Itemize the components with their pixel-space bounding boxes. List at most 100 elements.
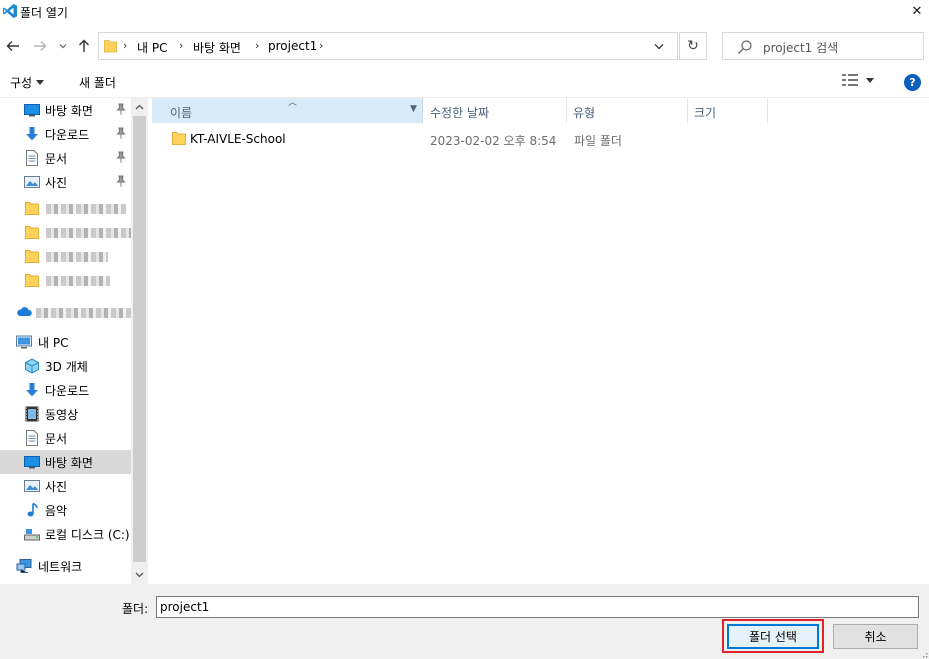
caret-down-icon bbox=[866, 77, 874, 83]
chevron-down-icon bbox=[135, 572, 144, 578]
recent-locations-button[interactable] bbox=[56, 36, 70, 56]
folder-icon bbox=[25, 274, 39, 287]
nav-item-label: 사진 bbox=[45, 176, 68, 190]
obscured-label bbox=[36, 308, 132, 318]
3d-objects-icon bbox=[25, 358, 39, 374]
close-icon: ✕ bbox=[911, 3, 923, 19]
obscured-label bbox=[46, 276, 110, 286]
breadcrumb-this-pc[interactable]: 내 PC bbox=[137, 39, 167, 56]
obscured-label bbox=[46, 228, 132, 238]
video-icon bbox=[25, 406, 39, 422]
computer-icon bbox=[16, 335, 32, 349]
desktop-icon bbox=[24, 104, 40, 117]
back-button[interactable] bbox=[3, 36, 23, 56]
nav-item-label: 사진 bbox=[45, 480, 68, 494]
file-type: 파일 폴더 bbox=[574, 134, 622, 148]
address-bar[interactable]: › 내 PC › 바탕 화면 › project1 › bbox=[98, 32, 678, 60]
up-button[interactable] bbox=[74, 36, 94, 56]
nav-item-network[interactable]: 네트워크 bbox=[0, 554, 131, 578]
folder-name-input[interactable] bbox=[156, 596, 919, 618]
column-header-date-modified[interactable]: 수정한 날짜 bbox=[423, 98, 567, 123]
file-list: ︿ 이름 ▼ 수정한 날짜 유형 크기 KT-AIVLE-School 2023… bbox=[152, 98, 929, 584]
download-arrow-icon bbox=[26, 383, 38, 397]
breadcrumb-desktop[interactable]: 바탕 화면 bbox=[193, 39, 241, 56]
nav-item-desktop-pinned[interactable]: 바탕 화면 bbox=[0, 98, 131, 122]
arrow-up-icon bbox=[79, 39, 89, 52]
resize-grip-icon[interactable] bbox=[918, 648, 928, 658]
nav-item-videos[interactable]: 동영상 bbox=[0, 402, 131, 426]
column-header-size[interactable]: 크기 bbox=[688, 98, 768, 123]
nav-item-obscured-folder[interactable] bbox=[0, 244, 131, 268]
search-box[interactable]: project1 검색 bbox=[722, 32, 924, 60]
chevron-down-icon bbox=[654, 43, 664, 49]
obscured-label bbox=[46, 252, 108, 262]
nav-item-downloads[interactable]: 다운로드 bbox=[0, 378, 131, 402]
details-view-icon bbox=[842, 74, 858, 86]
column-header-name[interactable]: ︿ 이름 ▼ bbox=[152, 98, 423, 123]
scroll-down-button[interactable] bbox=[131, 566, 148, 584]
nav-item-3d-objects[interactable]: 3D 개체 bbox=[0, 354, 131, 378]
nav-item-this-pc[interactable]: 내 PC bbox=[0, 330, 131, 354]
select-folder-button[interactable]: 폴더 선택 bbox=[727, 624, 819, 649]
file-row[interactable]: KT-AIVLE-School 2023-02-02 오후 8:54 파일 폴더 bbox=[152, 128, 929, 150]
arrow-left-icon bbox=[6, 41, 19, 51]
nav-item-obscured-folder[interactable] bbox=[0, 268, 131, 292]
nav-item-pictures[interactable]: 사진 bbox=[0, 474, 131, 498]
nav-item-music[interactable]: 음악 bbox=[0, 498, 131, 522]
chevron-right-icon: › bbox=[255, 39, 260, 52]
nav-item-label: 문서 bbox=[45, 152, 68, 166]
download-arrow-icon bbox=[26, 127, 38, 141]
refresh-button[interactable]: ↻ bbox=[679, 32, 707, 60]
folder-icon bbox=[25, 226, 39, 239]
nav-item-downloads-pinned[interactable]: 다운로드 bbox=[0, 122, 131, 146]
nav-item-label: 로컬 디스크 (C:) bbox=[45, 528, 130, 542]
pin-icon bbox=[116, 103, 126, 115]
column-header-type[interactable]: 유형 bbox=[567, 98, 688, 123]
chevron-right-icon: › bbox=[319, 39, 324, 52]
pin-icon bbox=[116, 151, 126, 163]
change-view-button[interactable] bbox=[842, 74, 874, 86]
column-header-label: 이름 bbox=[170, 106, 193, 120]
folder-field-label: 폴더: bbox=[122, 602, 149, 616]
scroll-up-button[interactable] bbox=[131, 98, 148, 116]
nav-scrollbar-thumb[interactable] bbox=[133, 116, 146, 562]
chevron-down-icon[interactable]: ▼ bbox=[410, 104, 417, 114]
nav-item-local-disk[interactable]: 로컬 디스크 (C:) bbox=[0, 522, 131, 546]
chevron-right-icon: › bbox=[179, 39, 184, 52]
nav-item-label: 내 PC bbox=[38, 336, 69, 350]
vscode-logo-icon bbox=[3, 4, 17, 18]
address-row: › 내 PC › 바탕 화면 › project1 › ↻ project1 검… bbox=[0, 24, 929, 68]
picture-icon bbox=[24, 480, 40, 492]
search-icon bbox=[738, 40, 752, 54]
nav-item-desktop[interactable]: 바탕 화면 bbox=[0, 450, 131, 474]
chevron-up-icon bbox=[135, 104, 144, 110]
help-icon: ? bbox=[909, 76, 916, 89]
forward-button[interactable] bbox=[30, 36, 50, 56]
nav-item-obscured-folder[interactable] bbox=[0, 220, 132, 244]
cloud-icon bbox=[17, 307, 32, 316]
address-dropdown-button[interactable] bbox=[651, 38, 667, 54]
folder-icon bbox=[172, 132, 186, 145]
cancel-button[interactable]: 취소 bbox=[833, 624, 918, 649]
help-button[interactable]: ? bbox=[904, 74, 921, 91]
local-disk-icon bbox=[24, 529, 40, 541]
document-icon bbox=[26, 150, 38, 166]
file-name: KT-AIVLE-School bbox=[190, 132, 286, 146]
nav-item-label: 네트워크 bbox=[38, 560, 83, 574]
caret-down-icon bbox=[36, 80, 45, 85]
nav-item-documents-pinned[interactable]: 문서 bbox=[0, 146, 131, 170]
new-folder-button[interactable]: 새 폴더 bbox=[79, 74, 116, 91]
nav-item-label: 다운로드 bbox=[45, 384, 90, 398]
desktop-icon bbox=[24, 456, 40, 469]
folder-icon bbox=[25, 202, 39, 215]
close-button[interactable]: ✕ bbox=[905, 0, 929, 22]
chevron-down-icon bbox=[59, 44, 67, 49]
nav-item-onedrive[interactable] bbox=[0, 300, 132, 324]
nav-item-label: 바탕 화면 bbox=[45, 456, 93, 470]
nav-item-pictures-pinned[interactable]: 사진 bbox=[0, 170, 131, 194]
organize-menu-button[interactable]: 구성 bbox=[10, 74, 45, 91]
nav-item-obscured-folder[interactable] bbox=[0, 196, 131, 220]
breadcrumb-project1[interactable]: project1 bbox=[268, 39, 317, 53]
nav-item-documents[interactable]: 문서 bbox=[0, 426, 131, 450]
obscured-label bbox=[46, 204, 126, 214]
